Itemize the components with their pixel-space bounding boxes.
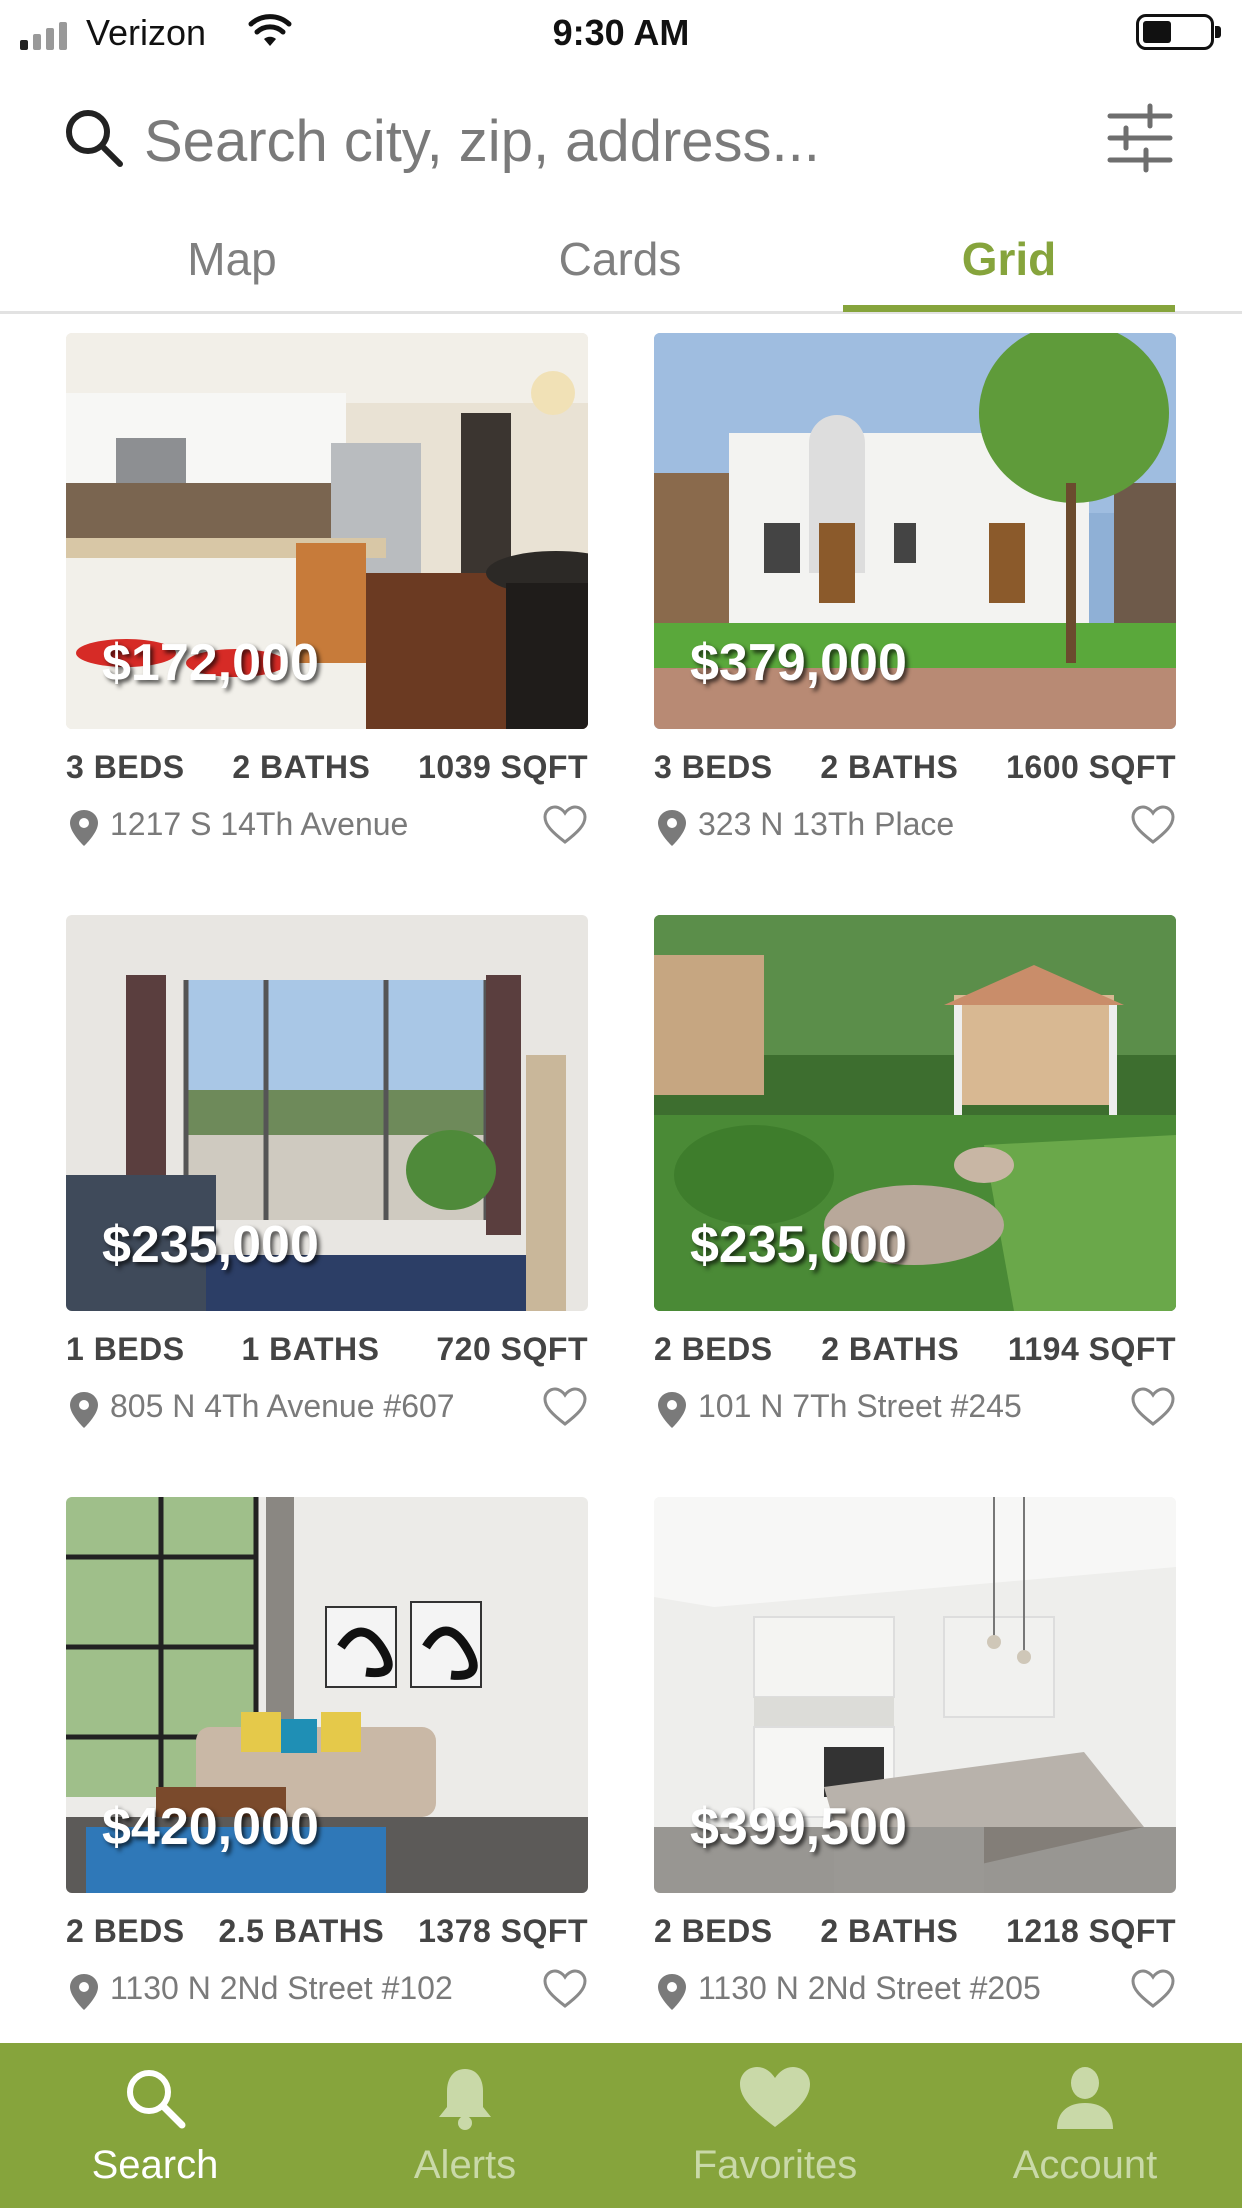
sqft-count: 720 SQFT [436,1331,588,1367]
baths-count: 2.5 BATHS [218,1913,385,1949]
location-pin-icon [70,1974,98,2010]
listing-specs: 2 BEDS 2 BATHS 1194 SQFT [654,1331,1176,1368]
listing-photo[interactable]: $420,000 [66,1497,588,1893]
baths-count: 2 BATHS [821,1331,960,1367]
sqft-count: 1600 SQFT [1006,749,1176,785]
beds-count: 2 BEDS [654,1913,773,1949]
location-pin-icon [658,1974,686,2010]
address-row: 1217 S 14Th Avenue [66,802,588,852]
address-row: 1130 N 2Nd Street #205 [654,1966,1176,2016]
listing-photo[interactable]: $235,000 [654,915,1176,1311]
listing-photo[interactable]: $235,000 [66,915,588,1311]
favorite-heart-icon[interactable] [1130,1386,1176,1428]
listing-photo[interactable]: $172,000 [66,333,588,729]
location-pin-icon [70,810,98,846]
tabbar-item-favorites[interactable]: Favorites [620,2043,930,2208]
bell-icon [439,2069,491,2130]
listing-card[interactable]: $172,000 3 BEDS 2 BATHS 1039 SQFT 1217 S… [66,333,588,852]
status-bar: Verizon 9:30 AM [0,0,1242,68]
listing-address: 101 N 7Th Street #245 [698,1388,1022,1424]
beds-count: 2 BEDS [66,1913,185,1949]
favorite-heart-icon[interactable] [542,1968,588,2010]
clock: 9:30 AM [552,12,690,53]
listing-card[interactable]: $235,000 1 BEDS 1 BATHS 720 SQFT 805 N 4… [66,915,588,1434]
tabbar-label: Favorites [692,2143,858,2187]
listing-price: $399,500 [690,1798,907,1856]
listing-price: $235,000 [690,1216,907,1274]
listing-price: $379,000 [690,634,907,692]
listing-price: $235,000 [102,1216,319,1274]
beds-count: 3 BEDS [654,749,773,785]
location-pin-icon [658,810,686,846]
favorite-heart-icon[interactable] [1130,1968,1176,2010]
tabbar-item-account[interactable]: Account [930,2043,1240,2208]
address-row: 323 N 13Th Place [654,802,1176,852]
tab-cards[interactable]: Cards [520,232,720,312]
beds-count: 2 BEDS [654,1331,773,1367]
search-icon [66,110,123,167]
battery-icon [1136,14,1221,50]
listing-address: 805 N 4Th Avenue #607 [110,1388,455,1424]
baths-count: 1 BATHS [241,1331,380,1367]
tabbar-item-alerts[interactable]: Alerts [310,2043,620,2208]
address-row: 805 N 4Th Avenue #607 [66,1384,588,1434]
listing-specs: 3 BEDS 2 BATHS 1039 SQFT [66,749,588,786]
sqft-count: 1378 SQFT [418,1913,588,1949]
location-pin-icon [658,1392,686,1428]
favorite-heart-icon[interactable] [1130,804,1176,846]
listing-specs: 1 BEDS 1 BATHS 720 SQFT [66,1331,588,1368]
tab-map[interactable]: Map [132,232,332,312]
favorite-heart-icon[interactable] [542,804,588,846]
listing-card[interactable]: $379,000 3 BEDS 2 BATHS 1600 SQFT 323 N … [654,333,1176,852]
favorite-heart-icon[interactable] [542,1386,588,1428]
listing-price: $172,000 [102,634,319,692]
tabbar-label: Account [1012,2143,1158,2187]
sqft-count: 1194 SQFT [1007,1331,1176,1367]
tabbar-item-search[interactable]: Search [0,2043,310,2208]
search-input[interactable] [142,100,966,182]
listing-address: 323 N 13Th Place [698,806,955,842]
tab-grid[interactable]: Grid [843,232,1175,312]
tabbar-label: Alerts [413,2143,517,2187]
heart-icon [740,2067,810,2127]
user-icon [1057,2067,1113,2129]
search-bar [0,90,1242,190]
location-pin-icon [70,1392,98,1428]
listing-price: $420,000 [102,1798,319,1856]
search-icon [127,2070,186,2129]
view-tabs: Map Cards Grid [0,218,1242,314]
baths-count: 2 BATHS [820,749,959,785]
sqft-count: 1218 SQFT [1006,1913,1176,1949]
listing-address: 1217 S 14Th Avenue [110,806,409,842]
listing-photo[interactable]: $399,500 [654,1497,1176,1893]
sqft-count: 1039 SQFT [418,749,588,785]
listing-photo[interactable]: $379,000 [654,333,1176,729]
listing-address: 1130 N 2Nd Street #102 [110,1970,453,2006]
listing-card[interactable]: $235,000 2 BEDS 2 BATHS 1194 SQFT 101 N … [654,915,1176,1434]
listing-specs: 2 BEDS 2 BATHS 1218 SQFT [654,1913,1176,1950]
beds-count: 3 BEDS [66,749,185,785]
listing-address: 1130 N 2Nd Street #205 [698,1970,1041,2006]
baths-count: 2 BATHS [820,1913,959,1949]
baths-count: 2 BATHS [232,749,371,785]
listing-card[interactable]: $420,000 2 BEDS 2.5 BATHS 1378 SQFT 1130… [66,1497,588,2016]
beds-count: 1 BEDS [66,1331,185,1367]
tabbar-label: Search [91,2143,219,2187]
address-row: 101 N 7Th Street #245 [654,1384,1176,1434]
listing-specs: 3 BEDS 2 BATHS 1600 SQFT [654,749,1176,786]
listing-card[interactable]: $399,500 2 BEDS 2 BATHS 1218 SQFT 1130 N… [654,1497,1176,2016]
address-row: 1130 N 2Nd Street #102 [66,1966,588,2016]
bottom-tab-bar: Search Alerts Favorites Account [0,2043,1242,2208]
listing-specs: 2 BEDS 2.5 BATHS 1378 SQFT [66,1913,588,1950]
sliders-icon[interactable] [1106,100,1174,176]
